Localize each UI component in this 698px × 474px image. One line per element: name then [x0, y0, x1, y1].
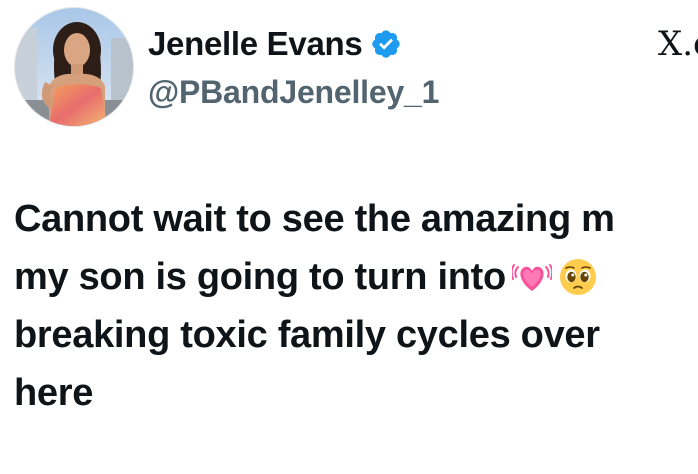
author-handle[interactable]: @PBandJenelley_1 — [148, 72, 439, 112]
author-name-row[interactable]: Jenelle Evans — [148, 24, 402, 64]
display-name[interactable]: Jenelle Evans — [148, 24, 363, 64]
tweet-text-line: here — [14, 372, 94, 414]
tweet-card: Jenelle Evans @PBandJenelley_1 X.c Canno… — [0, 0, 698, 474]
avatar[interactable] — [14, 7, 134, 127]
profile-photo-icon — [15, 8, 133, 126]
tweet-text: Cannot wait to see the amazing m my son … — [14, 190, 698, 422]
verified-badge-icon — [370, 28, 402, 60]
x-logo[interactable]: X.c — [658, 26, 698, 62]
tweet-text-line: breaking toxic family cycles over — [14, 314, 600, 356]
tweet-text-line: my son is going to turn into — [14, 248, 698, 306]
x-logo-text: X.c — [658, 24, 698, 64]
tweet-text-line: Cannot wait to see the amazing m — [14, 198, 615, 240]
growing-heart-icon — [510, 256, 554, 296]
tweet-text-segment: my son is going to turn into — [14, 256, 506, 298]
pleading-face-icon — [558, 256, 598, 296]
